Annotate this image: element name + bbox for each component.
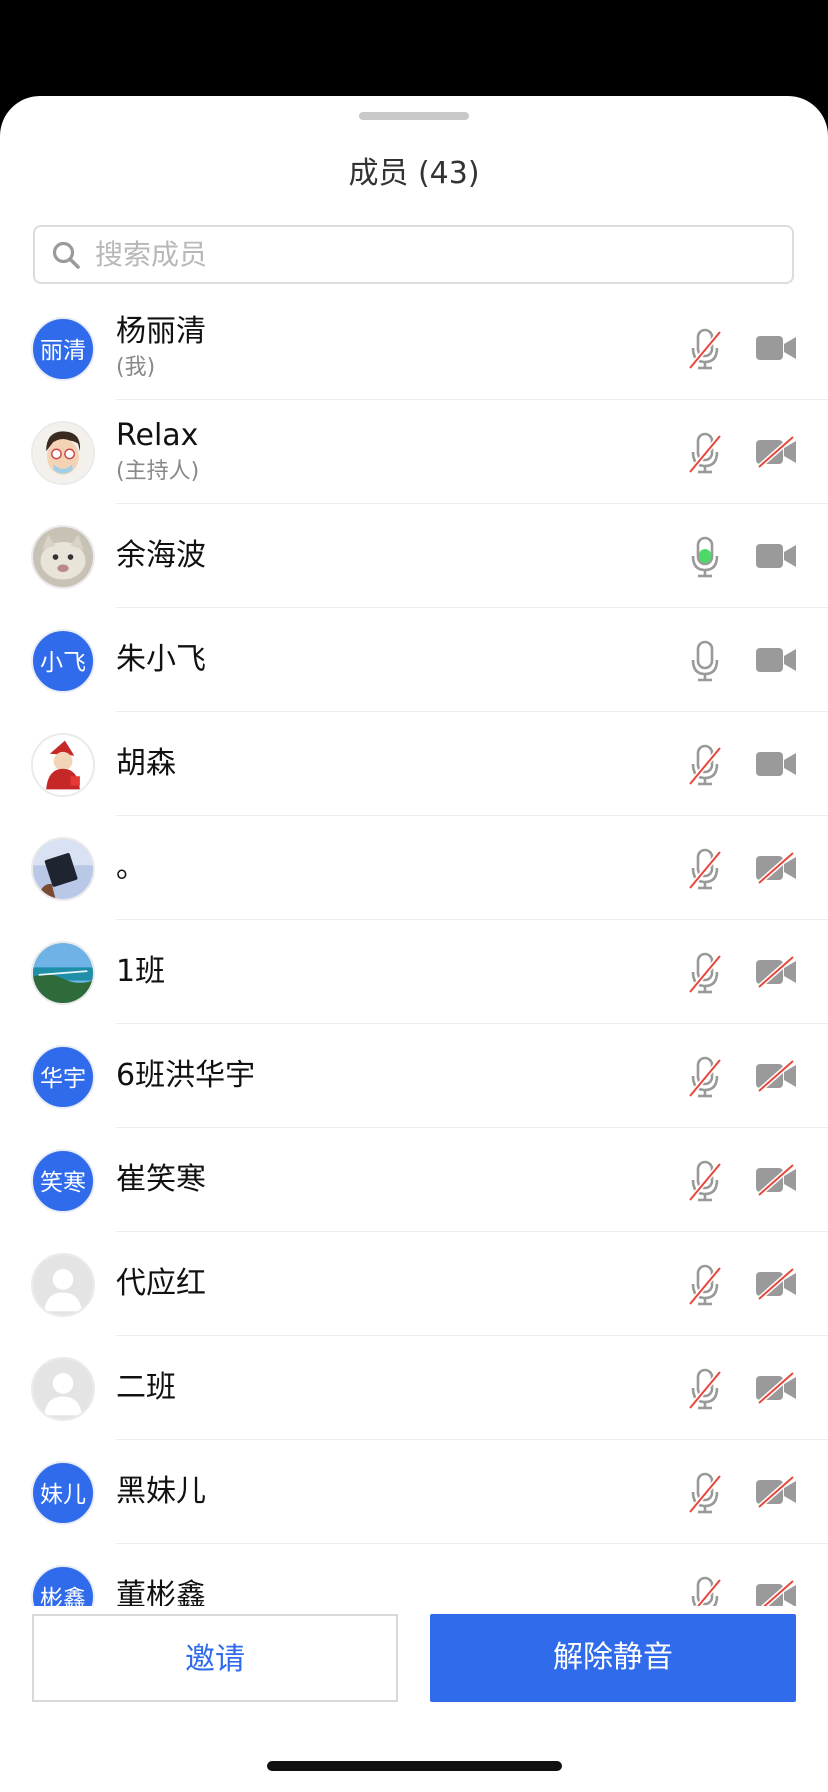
member-name: 崔笑寒 [116,1162,206,1197]
mic-muted-icon[interactable] [688,1264,722,1306]
member-name: 。 [116,850,146,885]
search-input[interactable]: 搜索成员 [33,225,794,284]
action-bar: 邀请 解除静音 [0,1606,828,1706]
mic-muted-icon[interactable] [688,744,722,786]
search-icon [52,241,80,269]
camera-off-icon[interactable] [755,1163,797,1197]
camera-off-icon[interactable] [755,1267,797,1301]
member-name: Relax [116,418,199,453]
default-person-avatar [31,1253,95,1317]
member-name: 胡森 [116,746,176,781]
member-name: 朱小飞 [116,642,206,677]
mic-muted-icon[interactable] [688,1576,722,1606]
mic-muted-icon[interactable] [688,952,722,994]
mic-muted-icon[interactable] [688,848,722,890]
card-avatar [31,837,95,901]
camera-off-icon[interactable] [755,435,797,469]
member-list[interactable]: 丽清 杨丽清 (我) Relax (主持人) 余海波小飞 朱小飞胡森。 1班华宇 6班洪华宇笑寒… [0,296,828,1606]
member-role: (我) [116,355,156,380]
camera-icon[interactable] [755,747,797,781]
member-row[interactable]: 1班 [0,920,828,1024]
member-row[interactable]: 丽清 杨丽清 (我) [0,296,828,400]
santa-avatar [31,733,95,797]
camera-off-icon[interactable] [755,955,797,989]
invite-button[interactable]: 邀请 [32,1614,398,1702]
member-name: 6班洪华宇 [116,1058,256,1093]
sheet-grabber[interactable] [359,112,469,120]
camera-icon[interactable] [755,643,797,677]
member-row[interactable]: 彬鑫 董彬鑫 [0,1544,828,1606]
members-sheet: 成员 (43) 搜索成员 丽清 杨丽清 (我) Relax (主持人) 余海波小飞 朱小飞胡… [0,96,828,1792]
camera-icon[interactable] [755,331,797,365]
camera-off-icon[interactable] [755,1475,797,1509]
unmute-button[interactable]: 解除静音 [430,1614,796,1702]
member-row[interactable]: 妹儿 黑妹儿 [0,1440,828,1544]
mic-muted-icon[interactable] [688,1160,722,1202]
mic-muted-icon[interactable] [688,432,722,474]
camera-off-icon[interactable] [755,851,797,885]
search-placeholder: 搜索成员 [95,238,208,271]
member-row[interactable]: 胡森 [0,712,828,816]
coast-avatar [31,941,95,1005]
member-name: 杨丽清 [116,314,206,349]
avatar: 丽清 [31,317,95,381]
avatar: 笑寒 [31,1149,95,1213]
member-row[interactable]: 。 [0,816,828,920]
member-name: 黑妹儿 [116,1474,206,1509]
mic-muted-icon[interactable] [688,1472,722,1514]
avatar: 彬鑫 [31,1565,95,1606]
member-name: 代应红 [116,1266,206,1301]
cartoon-avatar [31,421,95,485]
member-row[interactable]: Relax (主持人) [0,400,828,504]
member-row[interactable]: 二班 [0,1336,828,1440]
mic-speaking-icon[interactable] [688,536,722,578]
camera-off-icon[interactable] [755,1059,797,1093]
mic-icon[interactable] [688,640,722,682]
camera-icon[interactable] [755,539,797,573]
member-name: 余海波 [116,538,206,573]
mic-muted-icon[interactable] [688,328,722,370]
member-role: (主持人) [116,459,200,484]
camera-off-icon[interactable] [755,1371,797,1405]
cat-avatar [31,525,95,589]
page-title: 成员 (43) [348,156,480,191]
member-name: 二班 [116,1370,176,1405]
avatar: 小飞 [31,629,95,693]
mic-muted-icon[interactable] [688,1368,722,1410]
home-indicator [267,1761,562,1771]
default-person-avatar [31,1357,95,1421]
member-row[interactable]: 小飞 朱小飞 [0,608,828,712]
member-row[interactable]: 笑寒 崔笑寒 [0,1128,828,1232]
camera-off-icon[interactable] [755,1579,797,1606]
member-name: 1班 [116,954,166,989]
member-row[interactable]: 华宇 6班洪华宇 [0,1024,828,1128]
member-row[interactable]: 余海波 [0,504,828,608]
avatar: 妹儿 [31,1461,95,1525]
member-row[interactable]: 代应红 [0,1232,828,1336]
member-name: 董彬鑫 [116,1578,206,1606]
avatar: 华宇 [31,1045,95,1109]
mic-muted-icon[interactable] [688,1056,722,1098]
